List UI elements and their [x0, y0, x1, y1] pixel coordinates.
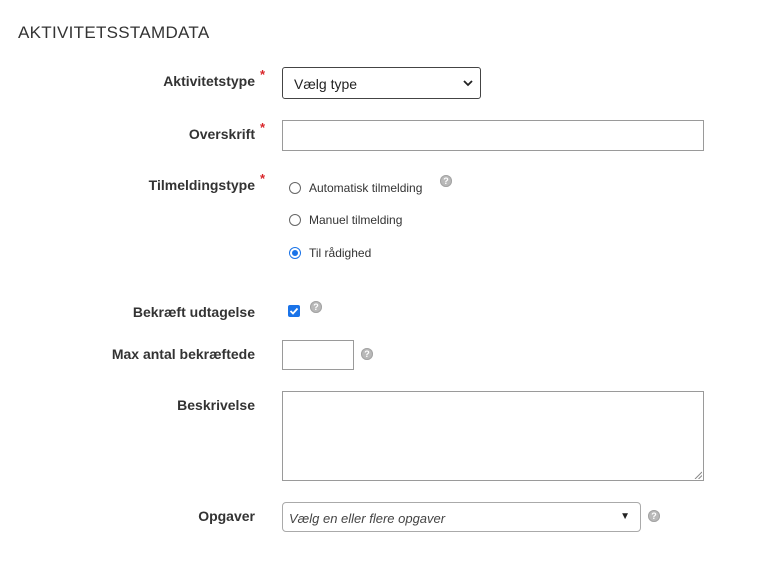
- signup-option-automatic[interactable]: Automatisk tilmelding: [289, 181, 422, 195]
- signup-option-manual[interactable]: Manuel tilmelding: [289, 213, 402, 227]
- radio-manual[interactable]: [289, 214, 301, 226]
- activity-type-select[interactable]: Vælg type: [282, 67, 481, 99]
- confirm-exclusion-checkbox[interactable]: [288, 305, 300, 317]
- help-icon[interactable]: ?: [361, 348, 373, 360]
- activity-type-selected: Vælg type: [294, 76, 358, 92]
- activity-type-label: Aktivitetstype: [163, 73, 255, 89]
- required-marker: *: [260, 120, 266, 135]
- help-icon[interactable]: ?: [648, 510, 660, 522]
- tasks-multiselect[interactable]: Vælg en eller flere opgaver ▼: [282, 502, 641, 532]
- radio-available[interactable]: [289, 247, 301, 259]
- resize-handle-icon[interactable]: [694, 471, 702, 479]
- help-icon[interactable]: ?: [310, 301, 322, 313]
- tasks-placeholder: Vælg en eller flere opgaver: [289, 511, 446, 526]
- max-confirmed-input[interactable]: [282, 340, 354, 370]
- required-marker: *: [260, 171, 266, 186]
- radio-label-available: Til rådighed: [309, 246, 372, 260]
- chevron-down-icon: [463, 80, 473, 87]
- dropdown-caret-icon: ▼: [620, 511, 630, 522]
- max-confirmed-label: Max antal bekræftede: [111, 346, 255, 362]
- heading-input[interactable]: [282, 120, 704, 151]
- signup-type-label: Tilmeldingstype: [148, 177, 255, 193]
- confirm-exclusion-label: Bekræft udtagelse: [132, 304, 255, 320]
- description-label: Beskrivelse: [177, 397, 255, 413]
- radio-label-manual: Manuel tilmelding: [309, 213, 403, 227]
- help-icon[interactable]: ?: [440, 175, 452, 187]
- heading-label: Overskrift: [188, 126, 255, 142]
- required-marker: *: [260, 67, 266, 82]
- section-title: AKTIVITETSSTAMDATA: [18, 23, 210, 43]
- radio-automatic[interactable]: [289, 182, 301, 194]
- tasks-label: Opgaver: [198, 508, 255, 524]
- radio-label-automatic: Automatisk tilmelding: [309, 181, 423, 195]
- checkmark-icon: [289, 307, 299, 315]
- description-textarea[interactable]: [282, 391, 704, 481]
- signup-option-available[interactable]: Til rådighed: [289, 246, 371, 260]
